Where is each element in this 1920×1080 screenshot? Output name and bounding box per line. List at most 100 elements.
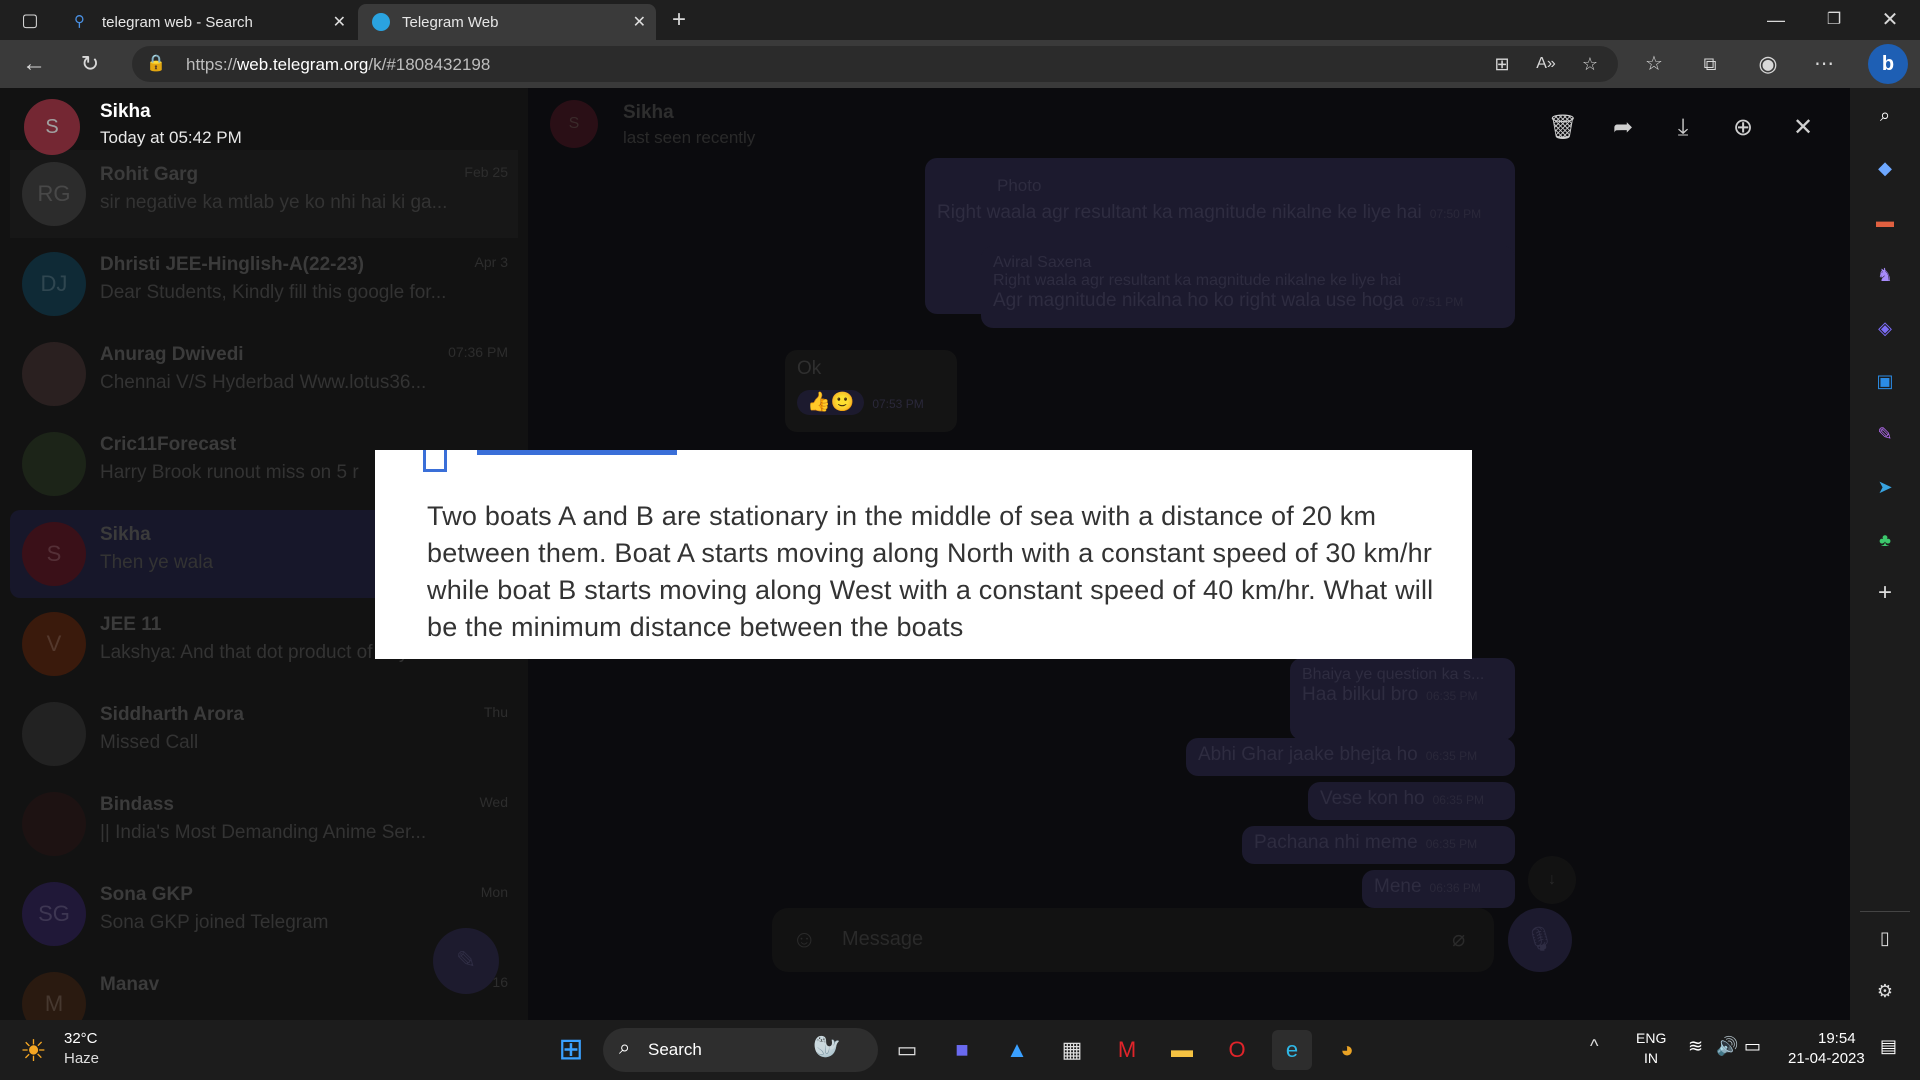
windows-start-icon[interactable]: ⊞ (551, 1030, 591, 1070)
download-icon[interactable]: ⤓ (1665, 110, 1701, 146)
microphone-button[interactable]: 🎙 (1508, 908, 1572, 972)
chat-name: Siddharth Arora (100, 704, 244, 725)
message-input[interactable]: Message (842, 928, 923, 951)
mcafee-icon[interactable]: M (1107, 1030, 1147, 1070)
chat-date: Feb 25 (464, 164, 508, 180)
scroll-down-icon[interactable]: ↓ (1528, 856, 1576, 904)
viewer-avatar[interactable]: S (24, 99, 80, 155)
collections-icon[interactable]: ⧉ (1694, 48, 1726, 80)
delete-icon[interactable]: 🗑 (1545, 110, 1581, 146)
compose-button[interactable]: ✎ (433, 928, 499, 994)
notifications-icon[interactable]: ▤ (1880, 1036, 1897, 1057)
weather-temp[interactable]: 32°C (64, 1030, 98, 1047)
message-bubble[interactable]: Pachana nhi meme 06:35 PM (1242, 826, 1515, 864)
search-icon[interactable]: ⌕ (1868, 98, 1902, 132)
edge-icon[interactable]: e (1272, 1030, 1312, 1070)
list-item[interactable]: Siddharth Arora Missed Call Thu (10, 690, 518, 778)
message-reactions[interactable]: 👍🙂 07:53 PM (797, 390, 945, 415)
zoom-in-icon[interactable]: ⊕ (1725, 110, 1761, 146)
refresh-icon[interactable]: ↻ (74, 48, 106, 80)
forward-icon[interactable]: ➦ (1605, 110, 1641, 146)
chat-name: Rohit Garg (100, 164, 199, 185)
message-text: Vese kon ho (1320, 788, 1425, 809)
window-close-icon[interactable]: ✕ (1874, 4, 1906, 36)
tab-search[interactable]: ⚲ telegram web - Search ✕ (60, 4, 356, 40)
telegram-icon[interactable]: ➤ (1868, 470, 1902, 504)
emoji-icon[interactable]: ☺ (792, 926, 817, 954)
new-tab-icon[interactable]: + (663, 4, 695, 36)
telegram-icon (372, 13, 390, 31)
chevron-up-icon[interactable]: ^ (1590, 1036, 1598, 1057)
reaction-icon[interactable]: 👍🙂 (797, 390, 865, 415)
quote-name: Aviral Saxena (993, 254, 1092, 271)
message-text: Ok (797, 358, 822, 379)
message-bubble[interactable]: Abhi Ghar jaake bhejta ho 06:35 PM (1186, 738, 1515, 776)
message-text: Photo (997, 176, 1042, 195)
chat-date: Mon (480, 884, 508, 900)
back-icon[interactable]: ← (18, 48, 50, 80)
close-tab-icon[interactable]: ✕ (333, 12, 346, 32)
sidebar-toggle-icon[interactable]: ▯ (1868, 921, 1902, 955)
app-available-icon[interactable]: ⊞ (1486, 48, 1518, 80)
tools-icon[interactable]: ▬ (1868, 204, 1902, 238)
language-code[interactable]: ENG (1636, 1030, 1666, 1046)
list-item[interactable]: RG Rohit Garg sir negative ka mtlab ye k… (10, 150, 518, 238)
tree-icon[interactable]: ♣ (1868, 523, 1902, 557)
add-favorite-icon[interactable]: ☆ (1574, 48, 1606, 80)
language-region[interactable]: IN (1644, 1050, 1658, 1066)
avatar (22, 342, 86, 406)
tab-telegram[interactable]: Telegram Web ✕ (358, 4, 656, 40)
games-icon[interactable]: ♞ (1868, 258, 1902, 292)
file-explorer-icon[interactable]: ▬ (1162, 1030, 1202, 1070)
photos-icon[interactable]: ▲ (997, 1030, 1037, 1070)
read-aloud-icon[interactable]: A» (1530, 48, 1562, 80)
chat-name: Anurag Dwivedi (100, 344, 244, 365)
bing-icon[interactable]: b (1868, 44, 1908, 84)
outlook-icon[interactable]: ▣ (1868, 364, 1902, 398)
copilot-icon[interactable]: ◈ (1868, 311, 1902, 345)
gear-icon[interactable]: ⚙ (1868, 974, 1902, 1008)
viewer-sender-name[interactable]: Sikha (100, 101, 151, 123)
message-bubble[interactable]: Ok 👍🙂 07:53 PM (785, 350, 957, 432)
media-photo[interactable]: Two boats A and B are stationary in the … (375, 450, 1472, 659)
chat-date: Apr 3 (474, 254, 508, 270)
list-item[interactable]: Bindass || India's Most Demanding Anime … (10, 780, 518, 868)
lock-icon[interactable]: 🔒 (140, 48, 172, 80)
minimize-icon[interactable]: — (1760, 4, 1792, 36)
photo-crop-bar (477, 450, 677, 455)
list-item[interactable]: Anurag Dwivedi Chennai V/S Hyderbad Www.… (10, 330, 518, 418)
list-item[interactable]: DJ Dhristi JEE-Hinglish-A(22-23) Dear St… (10, 240, 518, 328)
clock-time[interactable]: 19:54 (1818, 1030, 1856, 1047)
taskbar-search[interactable]: ⌕ Search 🦭 (603, 1028, 878, 1072)
opera-icon[interactable]: O (1217, 1030, 1257, 1070)
add-icon[interactable]: + (1868, 576, 1902, 610)
battery-icon[interactable]: ▭ (1744, 1036, 1761, 1057)
favorites-icon[interactable]: ☆ (1638, 48, 1670, 80)
weather-icon[interactable]: ☀ (20, 1034, 47, 1069)
search-highlight-icon: 🦭 (813, 1034, 841, 1059)
address-bar[interactable]: 🔒 https://web.telegram.org/k/#1808432198… (132, 46, 1618, 82)
volume-icon[interactable]: 🔊 (1716, 1036, 1738, 1057)
message-bubble[interactable]: Aviral Saxena Right waala agr resultant … (981, 246, 1515, 328)
restore-icon[interactable]: ❐ (1818, 4, 1850, 36)
profile-icon[interactable]: ◉ (1752, 48, 1784, 80)
shopping-icon[interactable]: ◆ (1868, 151, 1902, 185)
composer[interactable]: ☺ Message ⌀ (772, 908, 1494, 972)
clock-date[interactable]: 21-04-2023 (1788, 1050, 1865, 1067)
more-icon[interactable]: ⋯ (1808, 48, 1840, 80)
close-tab-icon[interactable]: ✕ (633, 12, 646, 32)
task-view-icon[interactable]: ▭ (887, 1030, 927, 1070)
weather-desc[interactable]: Haze (64, 1050, 99, 1067)
attach-icon[interactable]: ⌀ (1452, 926, 1465, 952)
store-icon[interactable]: ▦ (1052, 1030, 1092, 1070)
chrome-icon[interactable]: ◕ (1327, 1030, 1367, 1070)
message-bubble[interactable]: Vese kon ho 06:35 PM (1308, 782, 1515, 820)
close-viewer-icon[interactable]: ✕ (1785, 110, 1821, 146)
chat-name: Manav (100, 974, 160, 995)
tab-actions-icon[interactable]: ▢ (14, 4, 46, 36)
designer-icon[interactable]: ✎ (1868, 417, 1902, 451)
message-bubble[interactable]: Mene 06:36 PM (1362, 870, 1515, 908)
teams-chat-icon[interactable]: ■ (942, 1030, 982, 1070)
wifi-icon[interactable]: ≋ (1688, 1036, 1703, 1057)
message-bubble[interactable]: Bhaiya ye question ka s... Haa bilkul br… (1290, 658, 1515, 740)
